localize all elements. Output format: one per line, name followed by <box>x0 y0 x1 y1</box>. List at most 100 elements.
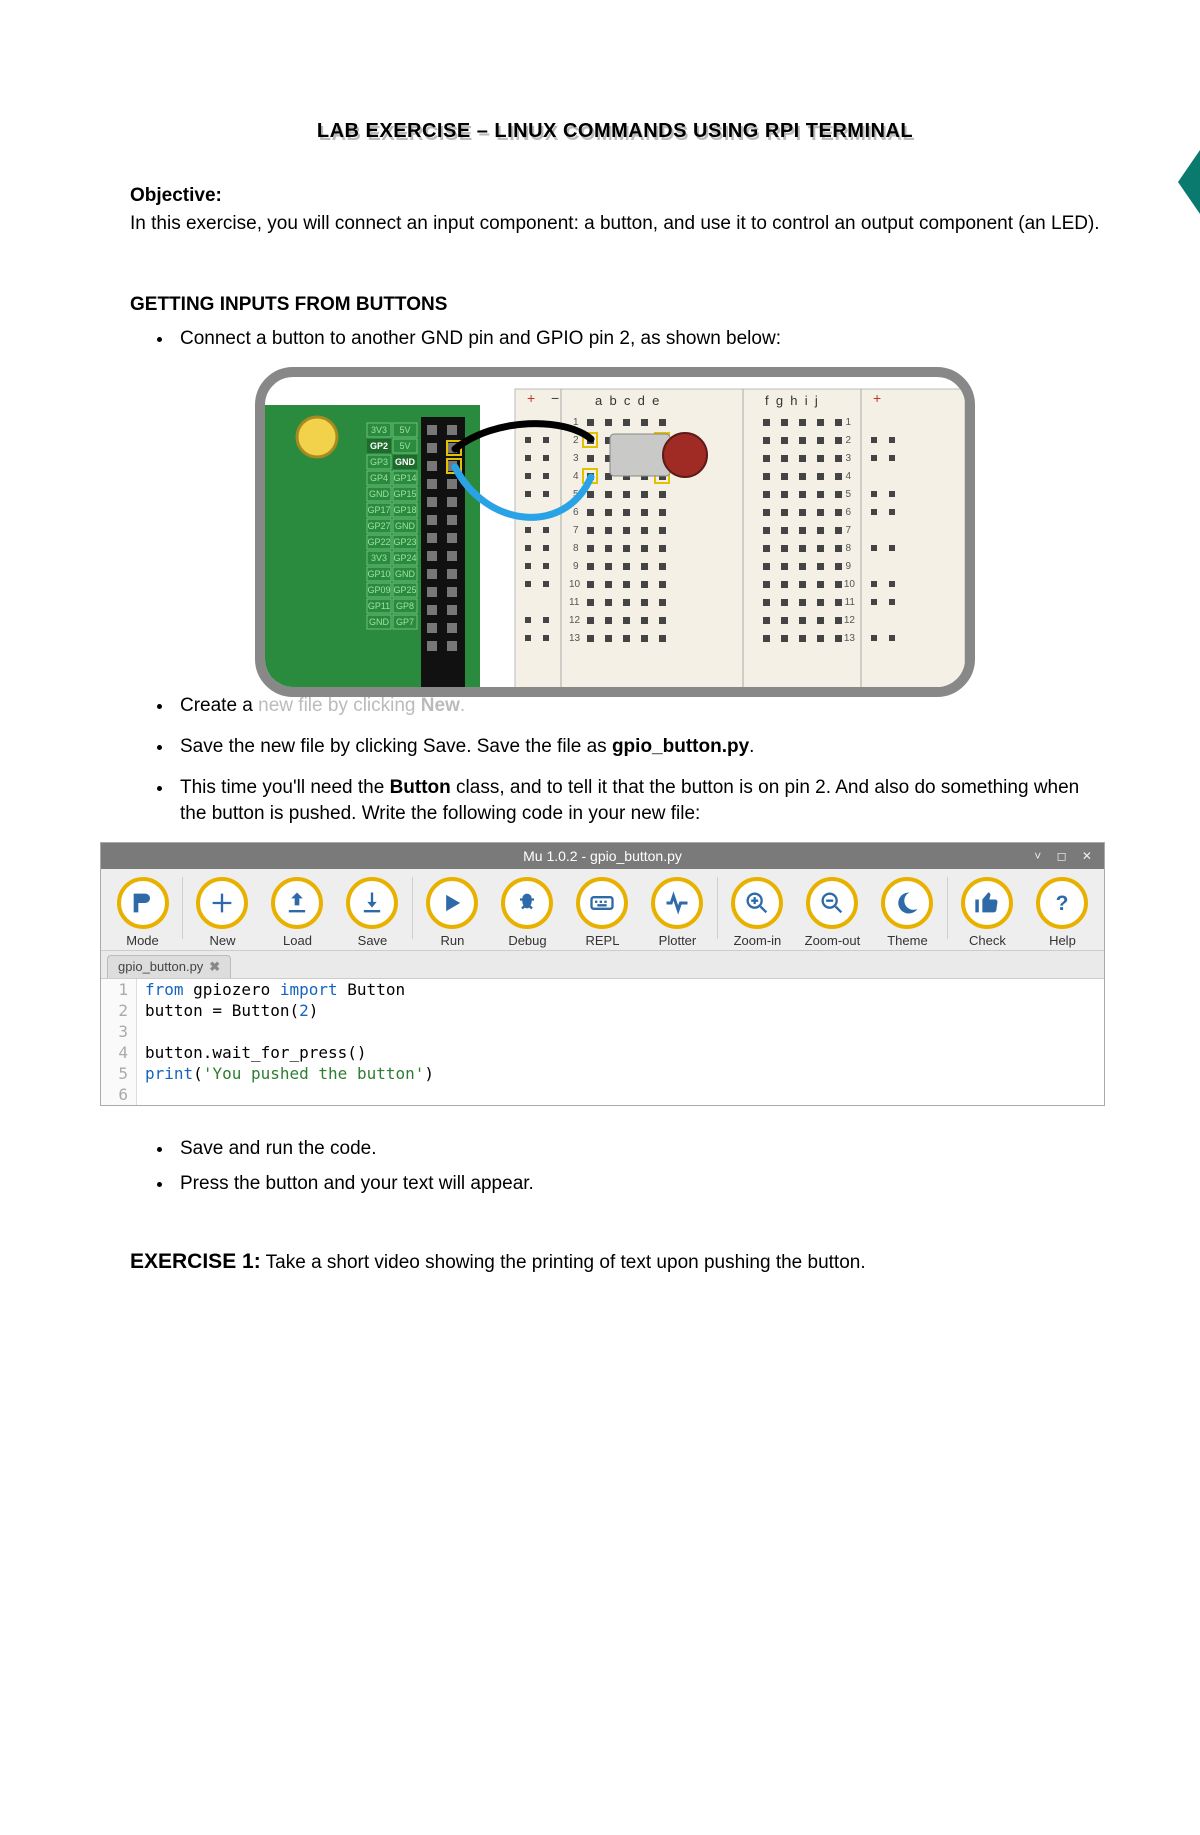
svg-text:6: 6 <box>573 507 579 518</box>
zoom-in-icon <box>731 877 783 929</box>
svg-text:3V3: 3V3 <box>371 425 387 435</box>
svg-text:12: 12 <box>569 615 581 626</box>
svg-text:GP15: GP15 <box>393 489 416 499</box>
svg-text:GP4: GP4 <box>370 473 388 483</box>
svg-text:GP8: GP8 <box>396 601 414 611</box>
bug-icon <box>501 877 553 929</box>
svg-text:7: 7 <box>845 525 851 536</box>
svg-text:7: 7 <box>573 525 579 536</box>
svg-text:+: + <box>873 390 881 406</box>
mu-toolbar: Mode New Load Save Run Debug REPL Plotte… <box>101 869 1104 951</box>
keyboard-icon <box>576 877 628 929</box>
code-area: 1from gpiozero import Button 2button = B… <box>101 979 1104 1105</box>
svg-text:6: 6 <box>845 507 851 518</box>
svg-text:GP11: GP11 <box>368 601 390 611</box>
svg-text:GP18: GP18 <box>393 505 416 515</box>
svg-text:2: 2 <box>573 435 579 446</box>
svg-text:GP17: GP17 <box>367 505 390 515</box>
tb-plotter[interactable]: Plotter <box>640 877 715 948</box>
svg-text:2: 2 <box>845 435 851 446</box>
svg-text:GP14: GP14 <box>393 473 416 483</box>
svg-text:GP24: GP24 <box>393 553 416 563</box>
breadboard-figure: 3V3 5V GP2 5V GP3 GND GP4 GP14 GND <box>255 367 975 697</box>
svg-text:5: 5 <box>845 489 851 500</box>
svg-text:GND: GND <box>369 489 390 499</box>
svg-text:13: 13 <box>569 633 581 644</box>
question-icon: ? <box>1036 877 1088 929</box>
svg-text:8: 8 <box>845 543 851 554</box>
play-icon <box>426 877 478 929</box>
plus-icon <box>196 877 248 929</box>
tb-run[interactable]: Run <box>415 877 490 948</box>
section-heading: GETTING INPUTS FROM BUTTONS <box>130 294 1100 316</box>
bullet-save: Save the new file by clicking Save. Save… <box>174 734 1100 761</box>
svg-text:9: 9 <box>845 561 851 572</box>
svg-text:GP27: GP27 <box>367 521 390 531</box>
svg-text:GND: GND <box>395 457 416 467</box>
pulse-icon <box>651 877 703 929</box>
svg-text:5V: 5V <box>399 441 410 451</box>
svg-text:4: 4 <box>573 471 579 482</box>
zoom-out-icon <box>806 877 858 929</box>
svg-text:10: 10 <box>569 579 581 590</box>
svg-text:3: 3 <box>845 453 851 464</box>
tb-repl[interactable]: REPL <box>565 877 640 948</box>
thumbs-up-icon <box>961 877 1013 929</box>
mu-tabs: gpio_button.py✖ <box>101 951 1104 979</box>
tb-debug[interactable]: Debug <box>490 877 565 948</box>
tb-mode[interactable]: Mode <box>105 877 180 948</box>
svg-text:GP22: GP22 <box>367 537 390 547</box>
mu-titlebar: Mu 1.0.2 - gpio_button.py ˅ ◻ ✕ <box>101 843 1104 869</box>
moon-icon <box>881 877 933 929</box>
svg-text:3: 3 <box>573 453 579 464</box>
svg-text:10: 10 <box>844 579 856 590</box>
svg-text:f g h i j: f g h i j <box>765 393 818 408</box>
mu-editor: Mu 1.0.2 - gpio_button.py ˅ ◻ ✕ Mode New… <box>100 842 1105 1106</box>
tb-check[interactable]: Check <box>950 877 1025 948</box>
bullet-connect: Connect a button to another GND pin and … <box>174 326 1100 353</box>
svg-text:−: − <box>551 390 559 406</box>
exercise-1: EXERCISE 1: Take a short video showing t… <box>130 1250 1100 1274</box>
page-corner-accent <box>1178 150 1200 214</box>
tb-theme[interactable]: Theme <box>870 877 945 948</box>
svg-text:a b c d e: a b c d e <box>595 393 659 408</box>
svg-text:3V3: 3V3 <box>371 553 387 563</box>
svg-text:9: 9 <box>573 561 579 572</box>
page-title: LAB EXERCISE – LINUX COMMANDS USING RPI … <box>130 120 1100 143</box>
svg-text:1: 1 <box>845 417 851 428</box>
tb-help[interactable]: ?Help <box>1025 877 1100 948</box>
svg-text:12: 12 <box>844 615 856 626</box>
mode-icon <box>117 877 169 929</box>
tb-save[interactable]: Save <box>335 877 410 948</box>
tb-zoomin[interactable]: Zoom-in <box>720 877 795 948</box>
tb-load[interactable]: Load <box>260 877 335 948</box>
svg-text:GP25: GP25 <box>393 585 416 595</box>
svg-text:GP09: GP09 <box>367 585 390 595</box>
objective-text: In this exercise, you will connect an in… <box>130 211 1100 238</box>
svg-text:GP10: GP10 <box>367 569 390 579</box>
mu-title: Mu 1.0.2 - gpio_button.py <box>523 848 682 864</box>
svg-text:4: 4 <box>845 471 851 482</box>
window-controls[interactable]: ˅ ◻ ✕ <box>1034 843 1098 869</box>
svg-text:13: 13 <box>844 633 856 644</box>
svg-text:GP7: GP7 <box>396 617 414 627</box>
bullet-button-class: This time you'll need the Button class, … <box>174 775 1100 829</box>
bullet-create: Create a new file by clicking New. <box>174 693 1100 720</box>
bullet-run: Save and run the code. <box>174 1136 1100 1163</box>
tb-zoomout[interactable]: Zoom-out <box>795 877 870 948</box>
mu-tab-file[interactable]: gpio_button.py✖ <box>107 955 231 978</box>
tb-new[interactable]: New <box>185 877 260 948</box>
svg-text:GND: GND <box>395 521 416 531</box>
svg-text:5V: 5V <box>399 425 410 435</box>
svg-text:11: 11 <box>569 597 580 608</box>
svg-text:GP3: GP3 <box>370 457 388 467</box>
svg-text:GND: GND <box>369 617 390 627</box>
svg-text:8: 8 <box>573 543 579 554</box>
svg-text:11: 11 <box>845 597 856 608</box>
close-icon[interactable]: ✖ <box>209 959 220 974</box>
svg-text:?: ? <box>1056 892 1069 915</box>
bullet-press: Press the button and your text will appe… <box>174 1171 1100 1198</box>
svg-text:GP23: GP23 <box>393 537 416 547</box>
download-icon <box>346 877 398 929</box>
svg-text:GND: GND <box>395 569 416 579</box>
